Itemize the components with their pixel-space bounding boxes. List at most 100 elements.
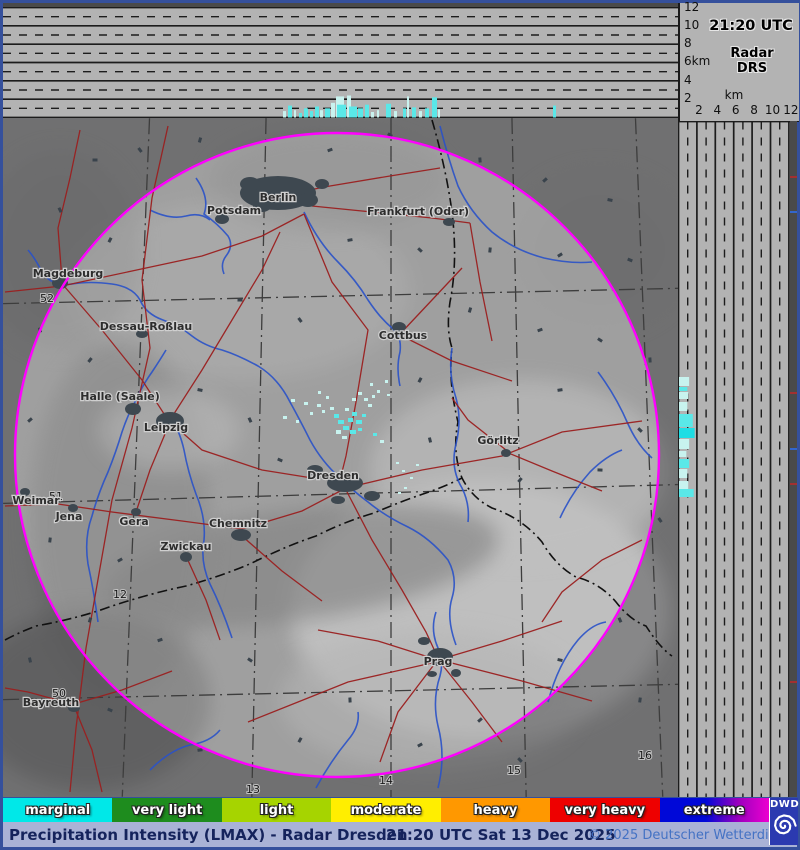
radar-timestamp: 21:20 UTC [706,18,796,34]
echo-bar [679,387,687,391]
echo-bar [394,111,397,117]
echo-bar [679,428,695,438]
top-profile-plot [3,7,678,118]
echo-cell [372,395,375,398]
river-mark [790,211,797,213]
echo-bar [679,489,694,497]
graticule-label: 14 [379,774,393,787]
radar-name: Radar DRS [708,46,796,76]
river-mark [790,448,797,450]
urban-area [231,529,251,541]
echo-cell [345,408,349,411]
city-label: Chemnitz [209,517,267,530]
echo-cell [380,440,384,443]
echo-cell [283,416,287,419]
echo-bar [377,110,379,117]
echo-bar [325,108,330,117]
city-label: Dresden [307,469,359,482]
echo-cell [358,428,362,431]
echo-bar [679,392,688,399]
town-mark [488,247,492,252]
city-label: Zwickau [161,540,212,553]
echo-cell [396,462,399,464]
urban-area [418,637,430,645]
legend-item-extreme: extreme [660,798,769,822]
echo-cell [356,420,362,424]
right-profile-panel [678,121,790,797]
echo-bar [304,108,308,117]
graticule-label: 16 [638,749,652,762]
town-mark [48,537,52,542]
graticule-label: 13 [246,783,260,796]
echo-bar [365,105,369,118]
echo-bar [425,108,429,117]
echo-cell [358,392,362,395]
echo-cell [362,414,366,417]
radar-name-line2: DRS [708,61,796,76]
city-label: Prag [424,655,453,668]
town-mark [93,159,98,162]
urban-area [451,669,461,677]
top-profile-panel [3,7,678,118]
graticule-label: 52 [40,292,54,305]
legend-label: very light [132,803,202,818]
urban-area [298,193,318,207]
corner-info-box: 121086km42 21:20 UTC Radar DRS km 246810… [678,3,799,122]
km-tick-6: 6 [726,103,746,117]
echo-cell [416,464,419,466]
legend-label: marginal [25,803,90,818]
echo-cell [334,414,339,418]
radar-map-svg: 5251501213141516 BerlinPotsdamFrankfurt … [3,118,678,797]
city-label: Jena [55,510,83,523]
echo-bar [294,110,296,117]
urban-area [180,552,192,562]
city-label: Gera [119,515,148,528]
dwd-spiral-icon [771,811,797,842]
urban-area [315,179,329,189]
graticule-label: 12 [113,588,127,601]
city-label: Cottbus [379,329,428,342]
city-label: Görlitz [477,434,518,447]
legend-label: very heavy [565,803,646,818]
urban-area [443,218,455,226]
town-mark [648,357,651,362]
echo-bar [310,111,313,117]
urban-area [427,671,437,677]
radar-map: 5251501213141516 BerlinPotsdamFrankfurt … [3,118,678,797]
height-label-12: 12 [684,1,716,14]
road-mark [790,392,797,394]
echo-bar [407,96,409,117]
echo-bar [331,103,335,118]
city-label: Frankfurt (Oder) [367,205,469,218]
status-bar: Precipitation Intensity (LMAX) - Radar D… [3,822,797,847]
echo-bar [679,459,689,468]
urban-area [125,403,141,415]
copyright-text: © 2025 Deutscher Wetterdienst [588,828,797,843]
echo-bar [679,414,693,427]
km-tick-4: 4 [707,103,727,117]
echo-bar [386,104,391,118]
echo-bar [679,481,688,489]
echo-cell [352,412,357,416]
km-unit-label: km [714,88,754,102]
echo-bar [320,110,323,117]
road-mark [790,176,797,178]
echo-cell [291,399,295,402]
graticule-label: 15 [507,764,521,777]
echo-cell [402,470,405,472]
km-tick-10: 10 [763,103,783,117]
echo-cell [364,398,368,401]
legend-label: extreme [684,803,745,818]
echo-bar [679,439,689,449]
city-label: Bayreuth [23,696,79,709]
echo-cell [398,492,401,494]
town-mark [348,697,351,702]
echo-bar [679,402,687,411]
echo-cell [350,430,356,434]
echo-cell [343,426,349,430]
echo-cell [326,396,329,399]
urban-area [240,177,260,191]
intensity-legend: marginalvery lightlightmoderateheavyvery… [3,798,769,822]
echo-bar [315,106,319,117]
radar-display-page: 121086km42 21:20 UTC Radar DRS km 246810… [0,0,800,850]
